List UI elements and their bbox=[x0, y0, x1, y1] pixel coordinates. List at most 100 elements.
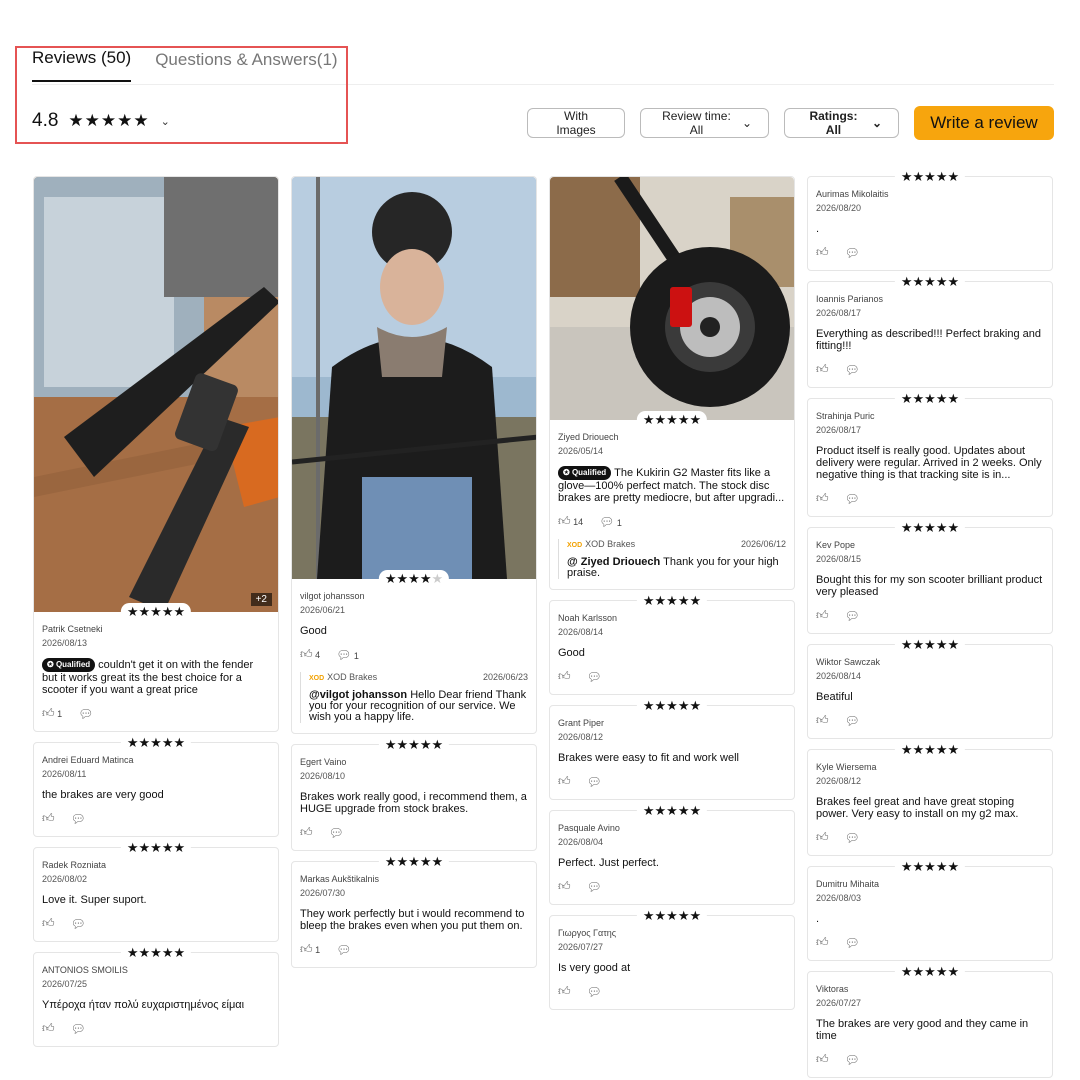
comment-button[interactable]: 💬︎ bbox=[845, 363, 860, 377]
review-card: ★★★★★ Grant Piper 2026/08/12 Brakes were ea… bbox=[549, 697, 795, 800]
review-text-content: . bbox=[816, 223, 820, 235]
review-stars: ★★★★★ bbox=[120, 734, 192, 751]
comment-button[interactable]: 💬︎ bbox=[587, 985, 602, 999]
review-text: Love it. Super suport. bbox=[42, 894, 270, 906]
comment-button[interactable]: 💬︎ bbox=[845, 936, 860, 950]
like-button[interactable]: 👍︎ 1 bbox=[42, 706, 62, 721]
reviewer-name: Dumitru Mihaita bbox=[816, 879, 880, 889]
qualified-badge: ✪ Qualified bbox=[558, 466, 612, 480]
review-text-content: Brakes feel great and have great stoping… bbox=[816, 796, 1019, 820]
star-icon: ★ bbox=[396, 737, 409, 752]
reviewer-name: Ziyed Driouech bbox=[558, 432, 619, 442]
star-icon: ★ bbox=[935, 964, 948, 979]
review-actions: 👍︎ 14 💬︎ 1 bbox=[558, 514, 786, 529]
review-stars: ★★★★★ bbox=[894, 858, 966, 875]
reviewer-name: Viktoras bbox=[816, 984, 849, 994]
like-button[interactable]: 👍︎ bbox=[816, 1052, 829, 1067]
star-icon: ★ bbox=[666, 412, 678, 427]
review-text: Beatiful bbox=[816, 691, 1044, 703]
star-icon: ★ bbox=[935, 391, 948, 406]
comment-button[interactable]: 💬︎ 1 bbox=[599, 515, 622, 529]
like-button[interactable]: 👍︎ bbox=[558, 879, 571, 894]
like-button[interactable]: 👍︎ bbox=[816, 362, 829, 377]
star-icon: ★ bbox=[947, 859, 960, 874]
comment-button[interactable]: 💬︎ bbox=[845, 609, 860, 623]
like-button[interactable]: 👍︎ bbox=[42, 811, 55, 826]
comment-button[interactable]: 💬︎ 1 bbox=[336, 648, 359, 662]
comment-button[interactable]: 💬︎ bbox=[336, 943, 351, 957]
like-button[interactable]: 👍︎ 14 bbox=[558, 514, 583, 529]
more-photos-badge[interactable]: +2 bbox=[250, 593, 272, 606]
review-stars: ★★★★★ bbox=[636, 697, 708, 714]
review-card: ★★★★★ Wiktor Sawczak 2026/08/14 Beatiful 👍︎ … bbox=[807, 636, 1053, 739]
star-icon: ★ bbox=[924, 964, 936, 979]
like-button[interactable]: 👍︎ bbox=[816, 608, 829, 623]
review-photo[interactable]: +2 bbox=[34, 177, 278, 612]
like-button[interactable]: 👍︎ bbox=[816, 935, 829, 950]
comment-button[interactable]: 💬︎ bbox=[71, 917, 86, 931]
write-review-button[interactable]: Write a review bbox=[914, 106, 1054, 140]
star-icon: ★ bbox=[900, 169, 913, 184]
review-body: Aurimas Mikolaitis 2026/08/20. 👍︎ 💬︎ bbox=[808, 177, 1052, 260]
comment-button[interactable]: 💬︎ bbox=[587, 670, 602, 684]
like-button[interactable]: 👍︎ bbox=[816, 830, 829, 845]
comment-count: 1 bbox=[616, 517, 622, 528]
thumbs-up-icon: 👍︎ bbox=[42, 916, 55, 930]
like-button[interactable]: 👍︎ bbox=[42, 1021, 55, 1036]
review-photo[interactable] bbox=[550, 177, 794, 420]
like-count: 1 bbox=[57, 709, 63, 719]
like-button[interactable]: 👍︎ 4 bbox=[300, 647, 320, 662]
comment-button[interactable]: 💬︎ bbox=[845, 246, 860, 260]
like-button[interactable]: 👍︎ bbox=[816, 491, 829, 506]
review-stars: ★★★★★ bbox=[636, 592, 708, 609]
comment-button[interactable]: 💬︎ bbox=[845, 1053, 860, 1067]
review-date: 2026/08/04 bbox=[558, 837, 604, 847]
reviewer-name: Andrei Eduard Matinca bbox=[42, 755, 134, 765]
comment-button[interactable]: 💬︎ bbox=[845, 492, 860, 506]
like-button[interactable]: 👍︎ bbox=[558, 669, 571, 684]
review-body: Grant Piper 2026/08/12 Brakes were easy to… bbox=[550, 706, 794, 789]
review-text: Brakes feel great and have great stoping… bbox=[816, 796, 1044, 820]
like-button[interactable]: 👍︎ bbox=[816, 713, 829, 728]
review-body: Ioannis Parianos 2026/08/17 Everything as … bbox=[808, 282, 1052, 377]
like-button[interactable]: 👍︎ 1 bbox=[300, 942, 320, 957]
with-images-button[interactable]: With Images bbox=[527, 108, 625, 138]
like-count: 4 bbox=[315, 650, 321, 660]
star-icon: ★ bbox=[935, 859, 948, 874]
comment-button[interactable]: 💬︎ bbox=[71, 1022, 86, 1036]
review-date: 2026/07/30 bbox=[300, 888, 346, 898]
review-time-dropdown[interactable]: Review time: All ⌄ bbox=[640, 108, 769, 138]
review-text: ✪ Qualified couldn't get it on with the f… bbox=[42, 658, 270, 696]
like-button[interactable]: 👍︎ bbox=[558, 984, 571, 999]
review-text-content: Υπέροχα ήταν πολύ ευχαριστημένος είμαι bbox=[42, 999, 245, 1011]
comment-button[interactable]: 💬︎ bbox=[78, 707, 93, 721]
comment-button[interactable]: 💬︎ bbox=[71, 812, 86, 826]
star-icon: ★ bbox=[666, 908, 678, 923]
like-button[interactable]: 👍︎ bbox=[816, 245, 829, 260]
ratings-dropdown[interactable]: Ratings: All ⌄ bbox=[784, 108, 899, 138]
reviewer-name: Noah Karlsson bbox=[558, 613, 618, 623]
comment-button[interactable]: 💬︎ bbox=[845, 714, 860, 728]
review-text-content: The brakes are very good and they came i… bbox=[816, 1018, 1029, 1042]
comment-button[interactable]: 💬︎ bbox=[845, 831, 860, 845]
like-button[interactable]: 👍︎ bbox=[300, 825, 313, 840]
review-stars: ★★★★★ bbox=[378, 570, 450, 587]
like-button[interactable]: 👍︎ bbox=[558, 774, 571, 789]
star-icon: ★ bbox=[666, 593, 678, 608]
comment-icon: 💬︎ bbox=[70, 916, 86, 931]
review-actions: 👍︎ 💬︎ bbox=[816, 608, 1044, 623]
review-body: Kev Pope 2026/08/15 Bought this for my son… bbox=[808, 528, 1052, 623]
review-photo[interactable] bbox=[292, 177, 536, 579]
comment-button[interactable]: 💬︎ bbox=[329, 826, 344, 840]
review-body: Noah Karlsson 2026/08/14 Good 👍︎ 💬︎ bbox=[550, 601, 794, 684]
review-stars: ★★★★★ bbox=[894, 390, 966, 407]
like-button[interactable]: 👍︎ bbox=[42, 916, 55, 931]
comment-button[interactable]: 💬︎ bbox=[587, 775, 602, 789]
thumbs-up-icon: 👍︎ bbox=[558, 514, 571, 528]
star-icon: ★ bbox=[689, 803, 702, 818]
comment-button[interactable]: 💬︎ bbox=[587, 880, 602, 894]
star-icon: ★ bbox=[924, 391, 936, 406]
review-date: 2026/08/02 bbox=[42, 874, 88, 884]
review-body: Pasquale Avino 2026/08/04 Perfect. Just pe… bbox=[550, 811, 794, 894]
review-actions: 👍︎ 💬︎ bbox=[42, 1021, 270, 1036]
